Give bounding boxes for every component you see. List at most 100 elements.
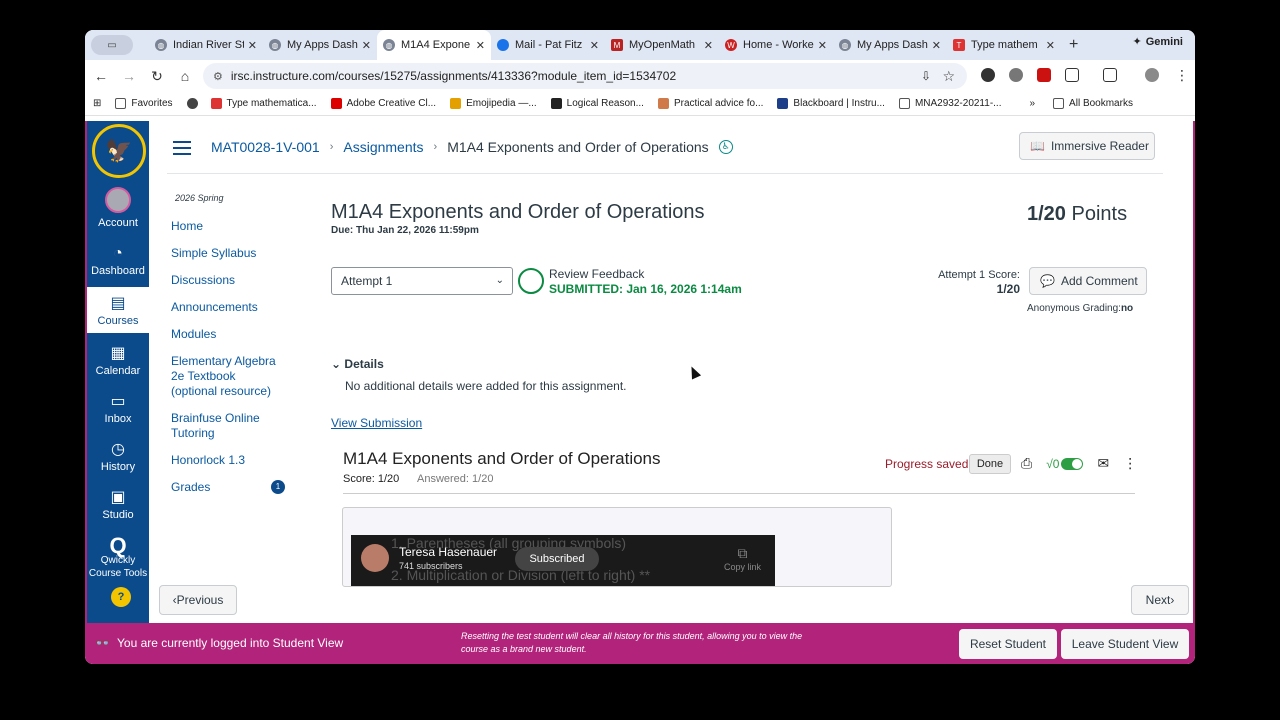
copy-link-button[interactable]: ⧉ Copy link: [724, 545, 761, 572]
video-embed[interactable]: 1. Parentheses (all grouping symbols) 2.…: [351, 535, 775, 586]
add-comment-button[interactable]: 💬 Add Comment: [1029, 267, 1147, 295]
course-nav-textbook[interactable]: Elementary Algebra 2e Textbook (optional…: [171, 354, 283, 399]
global-navigation: 🦅 Account ◔ Dashboard ▤ Courses ▦ Calend…: [87, 121, 149, 623]
close-tab-icon[interactable]: ✕: [818, 39, 827, 52]
course-nav-discussions[interactable]: Discussions: [171, 273, 301, 288]
immersive-reader-button[interactable]: 📖 Immersive Reader: [1019, 132, 1155, 160]
bookmark-item[interactable]: Favorites: [115, 98, 173, 109]
submitted-status: SUBMITTED: Jan 16, 2026 1:14am: [549, 282, 742, 296]
chat-extension-icon[interactable]: [1009, 68, 1023, 82]
more-bookmarks-icon[interactable]: »: [1029, 98, 1035, 109]
global-nav-history[interactable]: ◷ History: [87, 439, 149, 473]
bookmark-item[interactable]: [186, 98, 203, 109]
reload-icon[interactable]: ↻: [143, 68, 171, 85]
back-icon[interactable]: ←: [87, 68, 115, 84]
course-nav-home[interactable]: Home: [171, 219, 301, 234]
chevron-right-icon: ›: [1170, 593, 1175, 607]
mail-icon[interactable]: ✉: [1097, 455, 1109, 472]
course-nav-honorlock[interactable]: Honorlock 1.3: [171, 453, 301, 468]
global-nav-studio[interactable]: ▣ Studio: [87, 487, 149, 521]
bookmark-item[interactable]: Blackboard | Instru...: [777, 98, 885, 109]
kebab-menu-icon[interactable]: ⋮: [1123, 455, 1137, 472]
global-nav-calendar[interactable]: ▦ Calendar: [87, 343, 149, 377]
attempt-select[interactable]: Attempt 1 ⌄: [331, 267, 513, 295]
course-nav-modules[interactable]: Modules: [171, 327, 301, 342]
question-box: 1. Parentheses (all grouping symbols) 2.…: [342, 507, 892, 587]
close-tab-icon[interactable]: ✕: [362, 39, 371, 52]
close-tab-icon[interactable]: ✕: [1046, 39, 1055, 52]
close-tab-icon[interactable]: ✕: [704, 39, 713, 52]
details-toggle[interactable]: ⌄ Details: [331, 357, 384, 371]
global-nav-inbox[interactable]: ▭ Inbox: [87, 391, 149, 425]
typemath-icon: [210, 98, 222, 109]
browser-tab[interactable]: ◍ My Apps Dash ✕: [263, 30, 377, 60]
print-icon[interactable]: ⎙: [1021, 455, 1032, 472]
close-tab-icon[interactable]: ✕: [476, 39, 485, 52]
math-toggle[interactable]: √0: [1046, 456, 1084, 471]
kebab-menu-icon[interactable]: ⋮: [1175, 67, 1189, 84]
typemath-icon: T: [953, 39, 965, 51]
channel-avatar[interactable]: [361, 544, 389, 572]
hamburger-menu-icon[interactable]: [173, 141, 191, 155]
next-button[interactable]: Next›: [1131, 585, 1189, 615]
all-bookmarks[interactable]: All Bookmarks: [1053, 98, 1133, 109]
close-tab-icon[interactable]: ✕: [932, 39, 941, 52]
pdf-extension-icon[interactable]: [1037, 68, 1051, 82]
new-tab-icon[interactable]: +: [1069, 36, 1078, 54]
global-nav-dashboard[interactable]: ◔ Dashboard: [87, 245, 149, 277]
outlook-icon: [497, 39, 509, 51]
accessibility-icon[interactable]: ♿: [718, 140, 733, 154]
extension-icon[interactable]: [981, 68, 995, 82]
review-feedback-link[interactable]: Review Feedback: [549, 267, 644, 281]
site-info-icon[interactable]: ⚙: [213, 70, 223, 83]
bookmark-item[interactable]: Adobe Creative Cl...: [330, 98, 436, 109]
forward-icon[interactable]: →: [115, 68, 143, 84]
home-icon[interactable]: ⌂: [171, 68, 199, 84]
close-tab-icon[interactable]: ✕: [248, 39, 257, 52]
bookmark-item[interactable]: Type mathematica...: [210, 98, 317, 109]
done-button[interactable]: Done: [969, 454, 1011, 474]
help-icon[interactable]: ?: [111, 587, 131, 607]
bookmark-star-icon[interactable]: ☆: [942, 68, 955, 85]
breadcrumb-assignments[interactable]: Assignments: [343, 139, 423, 155]
subscribed-button[interactable]: Subscribed: [515, 547, 599, 571]
browser-tab[interactable]: M MyOpenMath ✕: [605, 30, 719, 60]
global-nav-courses[interactable]: ▤ Courses: [87, 287, 149, 333]
bookmark-item[interactable]: Logical Reason...: [550, 98, 644, 109]
school-logo[interactable]: 🦅: [92, 124, 146, 178]
course-nav-announcements[interactable]: Announcements: [171, 300, 301, 315]
install-icon[interactable]: ⇩: [921, 69, 931, 83]
course-nav-grades[interactable]: Grades 1: [171, 480, 301, 495]
browser-tab-active[interactable]: ◍ M1A4 Expone ✕: [377, 30, 491, 60]
puzzle-icon[interactable]: [1065, 68, 1079, 82]
toggle-switch: [1061, 457, 1084, 470]
profile-avatar-icon[interactable]: [1145, 68, 1159, 82]
browser-tab[interactable]: Mail - Pat Fitz ✕: [491, 30, 605, 60]
browser-tab[interactable]: T Type mathem ✕: [947, 30, 1061, 60]
myopenmath-score: Score: 1/20: [343, 473, 400, 485]
reset-student-button[interactable]: Reset Student: [959, 629, 1057, 659]
course-nav-brainfuse[interactable]: Brainfuse Online Tutoring: [171, 411, 271, 441]
tab-search-icon[interactable]: ▭: [91, 35, 133, 55]
close-tab-icon[interactable]: ✕: [590, 39, 599, 52]
breadcrumb-course[interactable]: MAT0028-1V-001: [211, 139, 320, 155]
browser-tab[interactable]: W Home - Worke ✕: [719, 30, 833, 60]
leave-student-view-button[interactable]: Leave Student View: [1061, 629, 1189, 659]
bookmark-item[interactable]: MNA2932-20211-...: [898, 98, 1001, 109]
global-nav-account[interactable]: Account: [87, 187, 149, 229]
global-nav-qwickly[interactable]: Q Qwickly Course Tools: [87, 535, 149, 580]
globe-icon: ◍: [383, 39, 395, 51]
channel-name[interactable]: Teresa Hasenauer: [399, 545, 497, 559]
bookmark-item[interactable]: Practical advice fo...: [657, 98, 763, 109]
sqrt-icon: √0: [1046, 456, 1060, 471]
browser-tab[interactable]: ◍ Indian River St ✕: [149, 30, 263, 60]
view-submission-link[interactable]: View Submission: [331, 416, 422, 430]
browser-tab[interactable]: ◍ My Apps Dash ✕: [833, 30, 947, 60]
tab-search-icon[interactable]: [1103, 68, 1117, 82]
gemini-button[interactable]: ✦ Gemini: [1132, 35, 1183, 49]
address-bar[interactable]: ⚙ irsc.instructure.com/courses/15275/ass…: [203, 63, 967, 89]
bookmark-item[interactable]: Emojipedia —...: [450, 98, 537, 109]
apps-grid-icon[interactable]: ⊞: [93, 98, 101, 109]
previous-button[interactable]: ‹Previous: [159, 585, 237, 615]
course-nav-syllabus[interactable]: Simple Syllabus: [171, 246, 301, 261]
